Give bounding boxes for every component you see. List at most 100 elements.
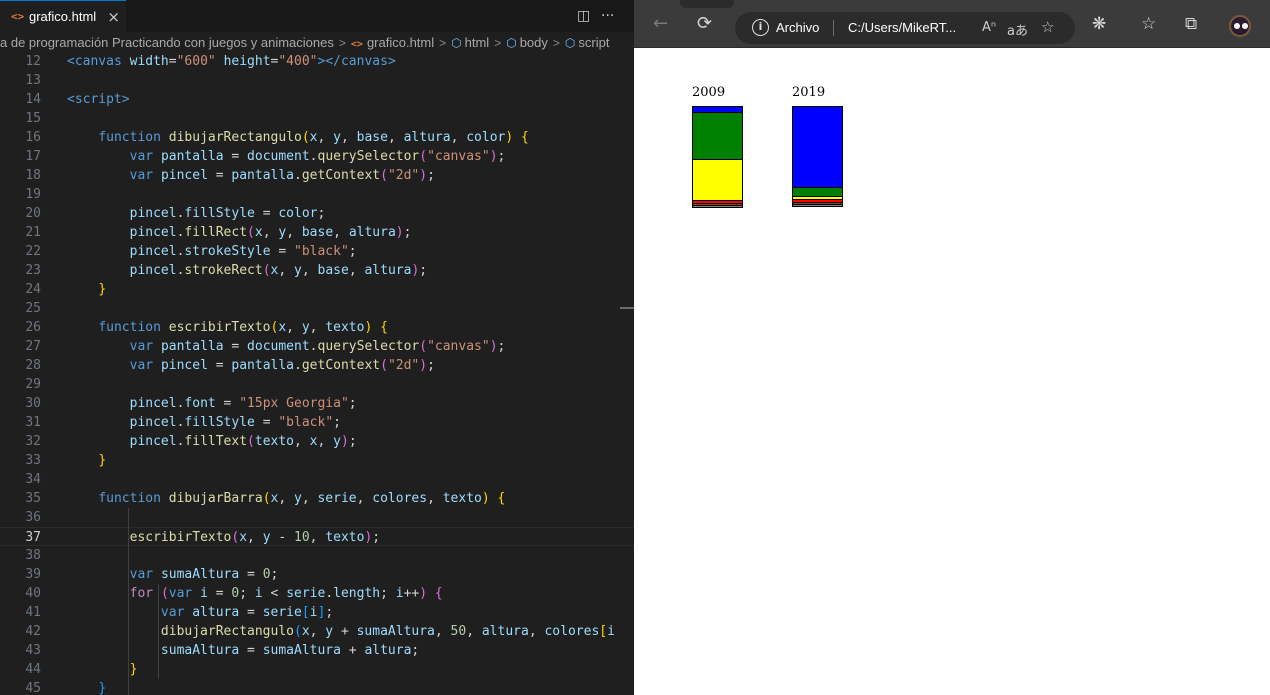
line-number: 18 bbox=[25, 168, 41, 183]
code-text[interactable]: var pincel = pantalla.getContext("2d"); bbox=[67, 166, 435, 185]
browser-toolbar: ← ⟳ i Archivo C:/Users/MikeRT... Aⁿ aあ ☆… bbox=[634, 0, 1270, 48]
code-line[interactable]: 42 dibujarRectangulo(x, y + sumaAltura, … bbox=[0, 622, 634, 641]
code-line[interactable]: 27 var pantalla = document.querySelector… bbox=[0, 337, 634, 356]
code-line[interactable]: 34 bbox=[0, 470, 634, 489]
code-text[interactable]: escribirTexto(x, y - 10, texto); bbox=[67, 528, 380, 547]
code-text[interactable]: var pantalla = document.querySelector("c… bbox=[67, 147, 506, 166]
line-number: 31 bbox=[25, 415, 41, 430]
code-line[interactable]: 33 } bbox=[0, 451, 634, 470]
breadcrumb-file[interactable]: grafico.html bbox=[367, 32, 434, 54]
extensions-icon[interactable]: ❋ bbox=[1092, 14, 1106, 34]
code-text[interactable]: function dibujarBarra(x, y, serie, color… bbox=[67, 489, 505, 508]
code-line[interactable]: 24 } bbox=[0, 280, 634, 299]
code-text[interactable]: } bbox=[67, 660, 138, 679]
code-line[interactable]: 25 bbox=[0, 299, 634, 318]
code-line[interactable]: 26 function escribirTexto(x, y, texto) { bbox=[0, 318, 634, 337]
code-text[interactable]: pincel.font = "15px Georgia"; bbox=[67, 394, 357, 413]
more-actions-icon[interactable]: ··· bbox=[601, 7, 614, 25]
code-line[interactable]: 15 bbox=[0, 109, 634, 128]
code-line[interactable]: 45 } bbox=[0, 679, 634, 695]
code-text[interactable]: <script> bbox=[67, 90, 130, 109]
split-editor-icon[interactable]: ◫ bbox=[577, 7, 590, 25]
code-line[interactable]: 39 var sumaAltura = 0; bbox=[0, 565, 634, 584]
translate-icon[interactable]: aあ bbox=[1007, 20, 1028, 39]
code-line[interactable]: 35 function dibujarBarra(x, y, serie, co… bbox=[0, 489, 634, 508]
code-line[interactable]: 21 pincel.fillRect(x, y, base, altura); bbox=[0, 223, 634, 242]
tab-grafico-html[interactable]: <> grafico.html × bbox=[0, 0, 126, 32]
breadcrumb-item-body[interactable]: body bbox=[520, 32, 548, 54]
code-text[interactable]: } bbox=[67, 280, 106, 299]
code-text[interactable]: function escribirTexto(x, y, texto) { bbox=[67, 318, 388, 337]
url-text[interactable]: C:/Users/MikeRT... bbox=[848, 20, 956, 35]
code-line[interactable]: 13 bbox=[0, 71, 634, 90]
code-text[interactable]: } bbox=[67, 451, 106, 470]
code-text[interactable]: sumaAltura = sumaAltura + altura; bbox=[67, 641, 419, 660]
code-line[interactable]: 22 pincel.strokeStyle = "black"; bbox=[0, 242, 634, 261]
code-text[interactable]: for (var i = 0; i < serie.length; i++) { bbox=[67, 584, 443, 603]
browser-tab[interactable] bbox=[680, 0, 734, 8]
code-line[interactable]: 18 var pincel = pantalla.getContext("2d"… bbox=[0, 166, 634, 185]
code-line[interactable]: 32 pincel.fillText(texto, x, y); bbox=[0, 432, 634, 451]
code-text[interactable]: dibujarRectangulo(x, y + sumaAltura, 50,… bbox=[67, 622, 615, 641]
code-text[interactable]: function dibujarRectangulo(x, y, base, a… bbox=[67, 128, 529, 147]
code-line[interactable]: 36 bbox=[0, 508, 634, 527]
breadcrumb-folder[interactable]: a de programación Practicando con juegos… bbox=[0, 32, 334, 54]
code-editor[interactable]: <> grafico.html × ◫ ··· a de programació… bbox=[0, 0, 634, 695]
profile-avatar[interactable] bbox=[1229, 15, 1251, 37]
code-line[interactable]: 20 pincel.fillStyle = color; bbox=[0, 204, 634, 223]
code-area[interactable]: 12 <canvas width="600" height="400"></can… bbox=[0, 52, 634, 695]
bar-segment bbox=[692, 159, 743, 201]
line-number: 33 bbox=[25, 453, 41, 468]
code-line[interactable]: 43 sumaAltura = sumaAltura + altura; bbox=[0, 641, 634, 660]
line-number: 23 bbox=[25, 263, 41, 278]
code-text[interactable]: pincel.fillText(texto, x, y); bbox=[67, 432, 357, 451]
info-icon[interactable]: i bbox=[752, 19, 769, 36]
scrollbar-marker[interactable] bbox=[620, 307, 634, 309]
code-text[interactable]: pincel.strokeStyle = "black"; bbox=[67, 242, 357, 261]
close-icon[interactable]: × bbox=[107, 8, 120, 26]
favorites-icon[interactable]: ☆ bbox=[1141, 14, 1156, 34]
code-text[interactable]: <canvas width="600" height="400"></canva… bbox=[67, 52, 396, 71]
bar-segment bbox=[692, 112, 743, 160]
code-text[interactable]: var sumaAltura = 0; bbox=[67, 565, 279, 584]
code-text[interactable]: pincel.fillRect(x, y, base, altura); bbox=[67, 223, 412, 242]
code-line[interactable]: 31 pincel.fillStyle = "black"; bbox=[0, 413, 634, 432]
code-line[interactable]: 40 for (var i = 0; i < serie.length; i++… bbox=[0, 584, 634, 603]
bar-label: 2009 bbox=[692, 85, 725, 100]
code-text[interactable]: var pincel = pantalla.getContext("2d"); bbox=[67, 356, 435, 375]
code-text[interactable]: } bbox=[67, 679, 106, 695]
add-favorite-icon[interactable]: ☆ bbox=[1041, 18, 1054, 36]
read-aloud-icon[interactable]: Aⁿ bbox=[982, 20, 996, 35]
code-text[interactable]: pincel.fillStyle = "black"; bbox=[67, 413, 341, 432]
code-text[interactable]: var altura = serie[i]; bbox=[67, 603, 333, 622]
back-arrow-icon[interactable]: ← bbox=[653, 14, 668, 34]
line-number: 24 bbox=[25, 282, 41, 297]
code-text[interactable]: var pantalla = document.querySelector("c… bbox=[67, 337, 506, 356]
line-number: 26 bbox=[25, 320, 41, 335]
code-line[interactable]: 41 var altura = serie[i]; bbox=[0, 603, 634, 622]
code-line[interactable]: 38 bbox=[0, 546, 634, 565]
code-line[interactable]: 17 var pantalla = document.querySelector… bbox=[0, 147, 634, 166]
code-line[interactable]: 30 pincel.font = "15px Georgia"; bbox=[0, 394, 634, 413]
code-text[interactable]: pincel.strokeRect(x, y, base, altura); bbox=[67, 261, 427, 280]
breadcrumb-item-script[interactable]: script bbox=[578, 32, 609, 54]
site-security-label[interactable]: Archivo bbox=[776, 20, 819, 35]
code-line[interactable]: 23 pincel.strokeRect(x, y, base, altura)… bbox=[0, 261, 634, 280]
code-line[interactable]: 16 function dibujarRectangulo(x, y, base… bbox=[0, 128, 634, 147]
page-viewport: 2009 2019 bbox=[634, 48, 1270, 695]
code-line[interactable]: 28 var pincel = pantalla.getContext("2d"… bbox=[0, 356, 634, 375]
breadcrumb-item-html[interactable]: html bbox=[465, 32, 490, 54]
code-line[interactable]: 12 <canvas width="600" height="400"></can… bbox=[0, 52, 634, 71]
refresh-icon[interactable]: ⟳ bbox=[697, 14, 712, 34]
collections-icon[interactable]: ⧉ bbox=[1185, 14, 1197, 34]
line-number: 44 bbox=[25, 662, 41, 677]
code-line[interactable]: 14 <script> bbox=[0, 90, 634, 109]
line-number: 45 bbox=[25, 681, 41, 695]
code-line[interactable]: 37 escribirTexto(x, y - 10, texto); bbox=[0, 527, 634, 546]
code-text[interactable]: pincel.fillStyle = color; bbox=[67, 204, 326, 223]
code-line[interactable]: 29 bbox=[0, 375, 634, 394]
code-line[interactable]: 19 bbox=[0, 185, 634, 204]
element-cube-icon: ⬡ bbox=[451, 36, 462, 50]
address-bar[interactable]: i Archivo C:/Users/MikeRT... Aⁿ aあ ☆ bbox=[735, 12, 1075, 44]
code-line[interactable]: 44 } bbox=[0, 660, 634, 679]
